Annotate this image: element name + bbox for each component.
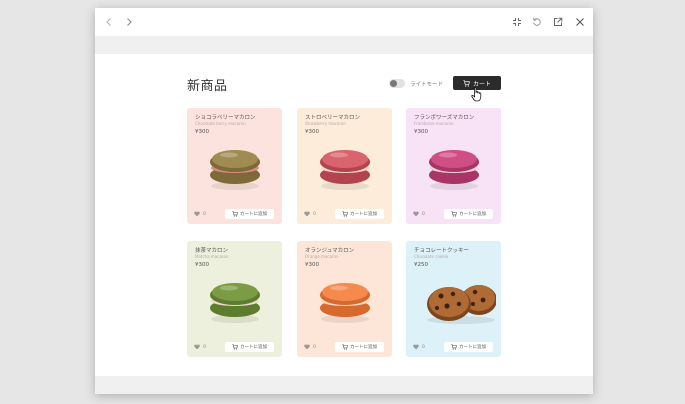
add-to-cart-button[interactable]: カートに追加: [225, 209, 274, 219]
like-button[interactable]: 0: [304, 211, 316, 217]
cart-icon: [342, 344, 348, 350]
product-card[interactable]: フランボワーズマカロン Framboise macaron ¥300 0 カート…: [406, 108, 501, 224]
add-to-cart-button[interactable]: カートに追加: [335, 342, 384, 352]
add-to-cart-label: カートに追加: [459, 212, 486, 217]
add-to-cart-button[interactable]: カートに追加: [335, 209, 384, 219]
cart-icon: [451, 344, 457, 350]
macaron-image: [320, 150, 370, 190]
add-to-cart-button[interactable]: カートに追加: [444, 209, 493, 219]
heart-icon: [304, 344, 310, 350]
bottom-gray-band: [95, 376, 593, 394]
add-to-cart-button[interactable]: カートに追加: [444, 342, 493, 352]
product-price: ¥300: [195, 129, 209, 135]
add-to-cart-button[interactable]: カートに追加: [225, 342, 274, 352]
product-subtitle: Chocolate cookie: [414, 254, 449, 259]
add-to-cart-label: カートに追加: [459, 345, 486, 350]
heart-icon: [413, 344, 419, 350]
fullscreen-icon: [513, 18, 521, 26]
fullscreen-button[interactable]: [509, 14, 525, 30]
open-external-button[interactable]: [550, 14, 566, 30]
cookie-image: [427, 285, 496, 324]
add-to-cart-label: カートに追加: [350, 345, 377, 350]
theme-toggle-label: ライトモード: [410, 82, 444, 88]
product-card[interactable]: 抹茶マカロン Matcha macaron ¥300 0 カートに追加: [187, 241, 282, 357]
product-card[interactable]: チョコレートクッキー Chocolate cookie ¥250 0 カートに追…: [406, 241, 501, 357]
close-icon: [576, 18, 584, 26]
cart-icon: [232, 211, 238, 217]
window-toolbar: [95, 8, 593, 36]
product-name: チョコレートクッキー: [414, 248, 470, 254]
product-subtitle: Framboise macaron: [414, 121, 454, 126]
like-count: 0: [313, 344, 316, 350]
product-price: ¥300: [195, 262, 209, 268]
heart-icon: [194, 344, 200, 350]
cart-icon: [463, 79, 470, 87]
like-button[interactable]: 0: [304, 344, 316, 350]
like-button[interactable]: 0: [413, 344, 425, 350]
open-external-icon: [554, 17, 563, 26]
like-count: 0: [313, 211, 316, 217]
chevron-right-icon: [127, 18, 132, 26]
macaron-image: [320, 283, 370, 323]
cart-icon: [451, 211, 457, 217]
back-button[interactable]: [101, 14, 117, 30]
chevron-left-icon: [106, 18, 111, 26]
macaron-image: [210, 283, 260, 323]
like-count: 0: [422, 211, 425, 217]
product-price: ¥300: [305, 129, 319, 135]
like-button[interactable]: 0: [194, 211, 206, 217]
like-button[interactable]: 0: [413, 211, 425, 217]
cart-icon: [232, 344, 238, 350]
heart-icon: [194, 211, 200, 217]
product-price: ¥300: [414, 129, 428, 135]
refresh-icon: [532, 18, 541, 26]
page-content: 新商品 ライトモード カート ショコラベリーマカロン Chocolate ber…: [95, 54, 593, 376]
product-name: オランジュマカロン: [305, 248, 355, 254]
heart-icon: [413, 211, 419, 217]
add-to-cart-label: カートに追加: [350, 212, 377, 217]
toggle-knob: [390, 80, 397, 87]
product-card[interactable]: ストロベリーマカロン Strawberry macaron ¥300 0 カート…: [297, 108, 392, 224]
product-subtitle: Strawberry macaron: [305, 121, 346, 126]
product-subtitle: Orange macaron: [305, 254, 339, 259]
product-name: フランボワーズマカロン: [414, 115, 475, 121]
like-button[interactable]: 0: [194, 344, 206, 350]
product-price: ¥250: [414, 262, 428, 268]
like-count: 0: [203, 344, 206, 350]
macaron-image: [210, 150, 260, 190]
add-to-cart-label: カートに追加: [240, 345, 267, 350]
product-card[interactable]: オランジュマカロン Orange macaron ¥300 0 カートに追加: [297, 241, 392, 357]
cart-icon: [342, 211, 348, 217]
forward-button[interactable]: [121, 14, 137, 30]
like-count: 0: [203, 211, 206, 217]
page-title: 新商品: [187, 79, 228, 94]
top-gray-band: [95, 36, 593, 54]
product-price: ¥300: [305, 262, 319, 268]
product-name: ストロベリーマカロン: [305, 115, 361, 121]
browser-window: 新商品 ライトモード カート ショコラベリーマカロン Chocolate ber…: [95, 8, 593, 394]
refresh-button[interactable]: [529, 14, 545, 30]
heart-icon: [304, 211, 310, 217]
close-button[interactable]: [572, 14, 588, 30]
product-card[interactable]: ショコラベリーマカロン Chocolate berry macaron ¥300…: [187, 108, 282, 224]
add-to-cart-label: カートに追加: [240, 212, 267, 217]
product-name: ショコラベリーマカロン: [195, 115, 256, 121]
product-subtitle: Matcha macaron: [195, 254, 229, 259]
product-subtitle: Chocolate berry macaron: [195, 121, 246, 126]
macaron-image: [429, 150, 479, 190]
hand-cursor-icon: [471, 87, 482, 102]
like-count: 0: [422, 344, 425, 350]
product-name: 抹茶マカロン: [195, 248, 229, 254]
theme-toggle[interactable]: [389, 79, 405, 88]
